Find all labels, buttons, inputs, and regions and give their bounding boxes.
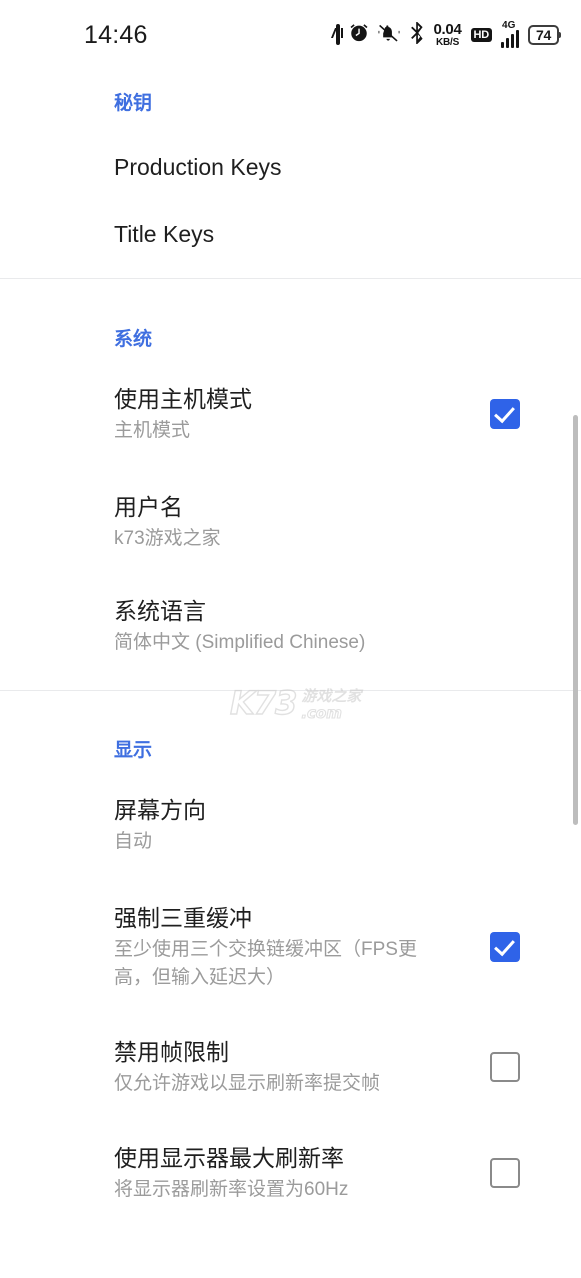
row-username[interactable]: 用户名 k73游戏之家 bbox=[0, 477, 581, 567]
row-title: Title Keys bbox=[114, 221, 215, 247]
row-subtitle: k73游戏之家 bbox=[114, 527, 221, 549]
checkbox-force-triple-buffering[interactable] bbox=[490, 932, 520, 962]
row-title: 禁用帧限制 bbox=[114, 1038, 229, 1065]
status-icon-group: 0.04 KB/S HD 4G 74 bbox=[335, 20, 561, 49]
row-screen-orientation[interactable]: 屏幕方向 自动 bbox=[0, 780, 581, 870]
row-title: 使用主机模式 bbox=[114, 385, 252, 412]
row-system-language[interactable]: 系统语言 简体中文 (Simplified Chinese) bbox=[0, 581, 581, 671]
row-disable-frame-limit[interactable]: 禁用帧限制 仅允许游戏以显示刷新率提交帧 bbox=[0, 1022, 581, 1112]
checkbox-cell bbox=[481, 399, 581, 429]
section-title-display: 显示 bbox=[114, 740, 153, 761]
checkbox-use-max-refresh-rate[interactable] bbox=[490, 1158, 520, 1188]
settings-scroll-area[interactable]: 秘钥 Production Keys Title Keys 系统 使用主机模式 … bbox=[0, 70, 581, 1278]
row-title: 系统语言 bbox=[114, 597, 206, 624]
row-subtitle: 仅允许游戏以显示刷新率提交帧 bbox=[114, 1072, 381, 1094]
status-time: 14:46 bbox=[84, 20, 148, 49]
section-display: 显示 屏幕方向 自动 强制三重缓冲 至少使用三个交换链缓冲区（FPS更高，但输入… bbox=[0, 735, 581, 1218]
section-system: 系统 使用主机模式 主机模式 用户名 k73游戏之家 系统语言 简体中文 (Si… bbox=[0, 324, 581, 671]
bluetooth-icon bbox=[409, 21, 425, 49]
row-production-keys[interactable]: Production Keys bbox=[0, 131, 581, 203]
row-use-docked-mode[interactable]: 使用主机模式 主机模式 bbox=[0, 369, 581, 459]
checkbox-cell bbox=[481, 1052, 581, 1082]
checkbox-cell bbox=[481, 1158, 581, 1188]
row-title: 强制三重缓冲 bbox=[114, 904, 252, 931]
row-subtitle: 主机模式 bbox=[114, 419, 191, 441]
checkbox-cell bbox=[481, 932, 581, 962]
battery-icon: 74 bbox=[528, 25, 561, 45]
watermark-logo: K73 bbox=[229, 684, 298, 722]
checkbox-disable-frame-limit[interactable] bbox=[490, 1052, 520, 1082]
scrollbar-thumb[interactable] bbox=[573, 415, 578, 825]
row-title: 使用显示器最大刷新率 bbox=[114, 1144, 344, 1171]
hd-icon: HD bbox=[470, 28, 493, 42]
signal-icon: 4G bbox=[501, 20, 520, 48]
section-keys: 秘钥 Production Keys Title Keys bbox=[0, 88, 581, 265]
row-subtitle: 自动 bbox=[114, 830, 153, 852]
status-bar: 14:46 0.04 KB/S HD 4G 74 bbox=[0, 0, 581, 70]
data-speed-value: 0.04 bbox=[433, 21, 462, 38]
section-divider bbox=[0, 278, 581, 279]
row-subtitle: 简体中文 (Simplified Chinese) bbox=[114, 631, 366, 653]
row-subtitle: 将显示器刷新率设置为60Hz bbox=[114, 1178, 349, 1200]
nfc-icon bbox=[335, 24, 340, 45]
section-divider bbox=[0, 690, 581, 691]
data-speed-unit: KB/S bbox=[435, 37, 460, 48]
row-force-triple-buffering[interactable]: 强制三重缓冲 至少使用三个交换链缓冲区（FPS更高，但输入延迟大） bbox=[0, 888, 581, 1006]
alarm-icon bbox=[349, 23, 369, 48]
checkbox-use-docked-mode[interactable] bbox=[490, 399, 520, 429]
row-use-max-refresh-rate[interactable]: 使用显示器最大刷新率 将显示器刷新率设置为60Hz bbox=[0, 1128, 581, 1218]
section-title-keys: 秘钥 bbox=[114, 93, 153, 114]
row-subtitle: 至少使用三个交换链缓冲区（FPS更高，但输入延迟大） bbox=[114, 938, 417, 988]
watermark-cn-text: 游戏之家 bbox=[301, 688, 362, 705]
row-title: 屏幕方向 bbox=[114, 796, 206, 823]
mute-icon bbox=[377, 23, 400, 48]
network-type-label: 4G bbox=[502, 20, 516, 31]
data-speed-icon: 0.04 KB/S bbox=[434, 22, 462, 48]
row-title-keys[interactable]: Title Keys bbox=[0, 203, 581, 265]
section-title-system: 系统 bbox=[114, 329, 153, 350]
k73-watermark: K73 游戏之家 .com bbox=[229, 684, 362, 722]
watermark-domain: .com bbox=[301, 704, 343, 722]
row-title: 用户名 bbox=[114, 493, 183, 520]
row-title: Production Keys bbox=[114, 154, 282, 180]
battery-level: 74 bbox=[536, 27, 551, 43]
